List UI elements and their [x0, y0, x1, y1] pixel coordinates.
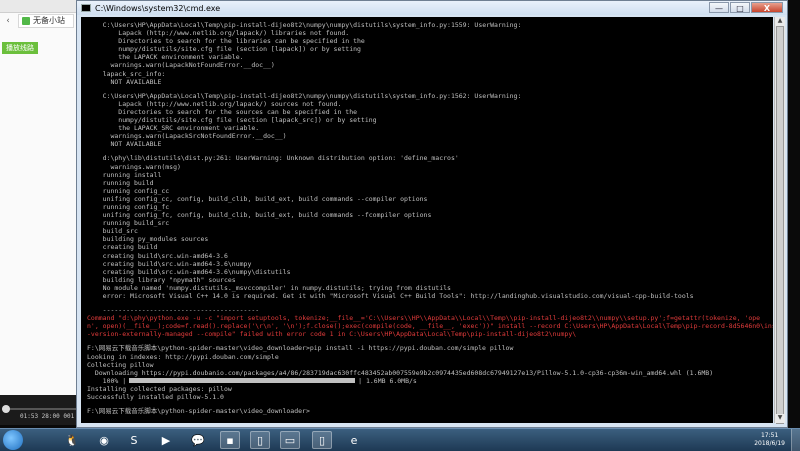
console-line: build_src	[87, 227, 138, 236]
console-line: numpy/distutils/site.cfg file (section […	[87, 116, 377, 125]
console-line: d:\phy\lib\distutils\dist.py:261: UserWa…	[87, 154, 459, 163]
tencent-video-icon[interactable]: ▶	[156, 431, 176, 449]
window-title: C:\Windows\system32\cmd.exe	[95, 3, 221, 13]
console-line: F:\网易云下载音乐脚本\python-spider-master\video_…	[87, 407, 310, 416]
console-line: Looking in indexes: http://pypi.douban.c…	[87, 352, 279, 361]
progress-suffix: | 1.6MB 6.0MB/s	[358, 376, 417, 385]
console-line: creating build\src.win-amd64-3.6\numpy	[87, 259, 252, 268]
console-line: Lapack (http://www.netlib.org/lapack/) s…	[87, 99, 342, 108]
console-line: running config_cc	[87, 186, 170, 195]
console-line: the LAPACK_SRC environment variable.	[87, 124, 260, 133]
console-line: running build	[87, 178, 154, 187]
video-player-controls: 01:53 28:00 001	[0, 395, 80, 425]
chrome-icon[interactable]: ◉	[94, 431, 114, 449]
console-line: creating build	[87, 243, 158, 252]
wechat-icon[interactable]: 💬	[188, 431, 208, 449]
console-line: error: Microsoft Visual C++ 14.0 is requ…	[87, 292, 694, 300]
console-line: Collecting pillow	[87, 360, 154, 369]
video-progress-handle[interactable]	[2, 405, 10, 413]
console-line: the LAPACK environment variable.	[87, 53, 244, 62]
console-line: NOT AVAILABLE	[87, 140, 162, 149]
browser-tab-title: 无备小站	[33, 16, 65, 25]
console-line: Successfully installed pillow-5.1.0	[87, 393, 224, 402]
ie-icon[interactable]: e	[344, 431, 364, 449]
taskbar: 🐧 ◉ S ▶ 💬 ▪ ▯ ▭ ▯ e 17:51 2018/6/19	[0, 428, 800, 451]
console-line: warnings.warn(LapackNotFoundError.__doc_…	[87, 61, 275, 70]
video-time: 01:53 28:00 001	[20, 413, 75, 420]
minimize-button[interactable]: —	[709, 2, 729, 13]
video-progress-bar[interactable]	[2, 408, 76, 410]
console-line: F:\网易云下载音乐脚本\python-spider-master\video_…	[87, 344, 514, 353]
console-line: n', open)(__file__);code=f.read().replac…	[87, 322, 773, 331]
back-icon[interactable]: ‹	[2, 14, 14, 28]
background-browser: ‹ 无备小站 播放线路	[0, 0, 80, 410]
vertical-scrollbar[interactable]: ▲ ▼	[774, 17, 785, 424]
console-line: running config_fc	[87, 202, 170, 211]
console-line: warnings.warn(msg)	[87, 162, 181, 171]
scroll-up-icon[interactable]: ▲	[775, 17, 785, 26]
console-line: Downloading https://pypi.doubanio.com/pa…	[87, 368, 714, 377]
console-line: building library "npymath" sources	[87, 275, 236, 284]
close-button[interactable]: X	[751, 2, 783, 13]
site-favicon-icon	[22, 17, 30, 25]
maximize-button[interactable]: □	[730, 2, 750, 13]
progress-bar	[129, 378, 356, 384]
console-line: -version-externally-managed --compile" f…	[87, 330, 577, 339]
console-line: creating build\src.win-amd64-3.6	[87, 251, 228, 260]
console-line: Lapack (http://www.netlib.org/lapack/) l…	[87, 29, 350, 38]
play-route-button[interactable]: 播放线路	[2, 42, 38, 54]
console-line: lapack_src_info:	[87, 69, 166, 78]
console-line: running build_src	[87, 219, 170, 228]
console-output[interactable]: C:\Users\HP\AppData\Local\Temp\pip-insta…	[81, 17, 773, 423]
cmd-icon[interactable]: ▪	[220, 431, 240, 449]
browser-toolbar	[0, 0, 80, 13]
progress-prefix: 100% |	[87, 376, 127, 385]
console-line: unifing config_fc, config, build_clib, b…	[87, 211, 432, 220]
console-line: No module named 'numpy.distutils._msvcco…	[87, 283, 451, 292]
console-line: unifing config_cc, config, build_clib, b…	[87, 194, 428, 203]
console-line: Directories to search for the libraries …	[87, 37, 365, 46]
cmd-window: C:\Windows\system32\cmd.exe — □ X C:\Use…	[76, 0, 788, 428]
document-icon[interactable]: ▯	[312, 431, 332, 449]
console-line: C:\Users\HP\AppData\Local\Temp\pip-insta…	[87, 91, 522, 100]
console-line: Installing collected packages: pillow	[87, 384, 232, 393]
clock-time: 17:51	[760, 432, 779, 439]
window-titlebar[interactable]: C:\Windows\system32\cmd.exe — □ X	[77, 1, 787, 15]
file-icon[interactable]: ▯	[250, 431, 270, 449]
console-line: warnings.warn(LapackSrcNotFoundError.__d…	[87, 132, 287, 141]
clock[interactable]: 17:51 2018/6/19	[754, 432, 785, 448]
clock-date: 2018/6/19	[754, 440, 785, 447]
console-line: running install	[87, 170, 162, 179]
folder-icon[interactable]: ▭	[280, 431, 300, 449]
start-button[interactable]	[3, 430, 23, 450]
console-line: numpy/distutils/site.cfg file (section […	[87, 45, 361, 54]
scrollbar-thumb[interactable]	[776, 26, 784, 424]
show-desktop-button[interactable]	[791, 429, 800, 451]
console-line: creating build\src.win-amd64-3.6\numpy\d…	[87, 267, 291, 276]
system-tray: 17:51 2018/6/19	[754, 429, 800, 451]
console-line: ----------------------------------------	[87, 306, 260, 315]
scroll-down-icon[interactable]: ▼	[775, 414, 785, 423]
qq-icon[interactable]: 🐧	[62, 431, 82, 449]
download-progress: 100% | | 1.6MB 6.0MB/s	[87, 377, 773, 385]
console-line: NOT AVAILABLE	[87, 77, 162, 86]
console-line: C:\Users\HP\AppData\Local\Temp\pip-insta…	[87, 21, 522, 29]
console-line: Directories to search for the sources ca…	[87, 107, 358, 116]
cmd-app-icon	[81, 4, 91, 12]
browser-tab[interactable]: 无备小站	[18, 14, 74, 28]
sublime-icon[interactable]: S	[124, 431, 144, 449]
console-line: building py_modules sources	[87, 235, 209, 244]
console-line: Command "d:\phy\python.exe -u -c "import…	[87, 314, 761, 323]
